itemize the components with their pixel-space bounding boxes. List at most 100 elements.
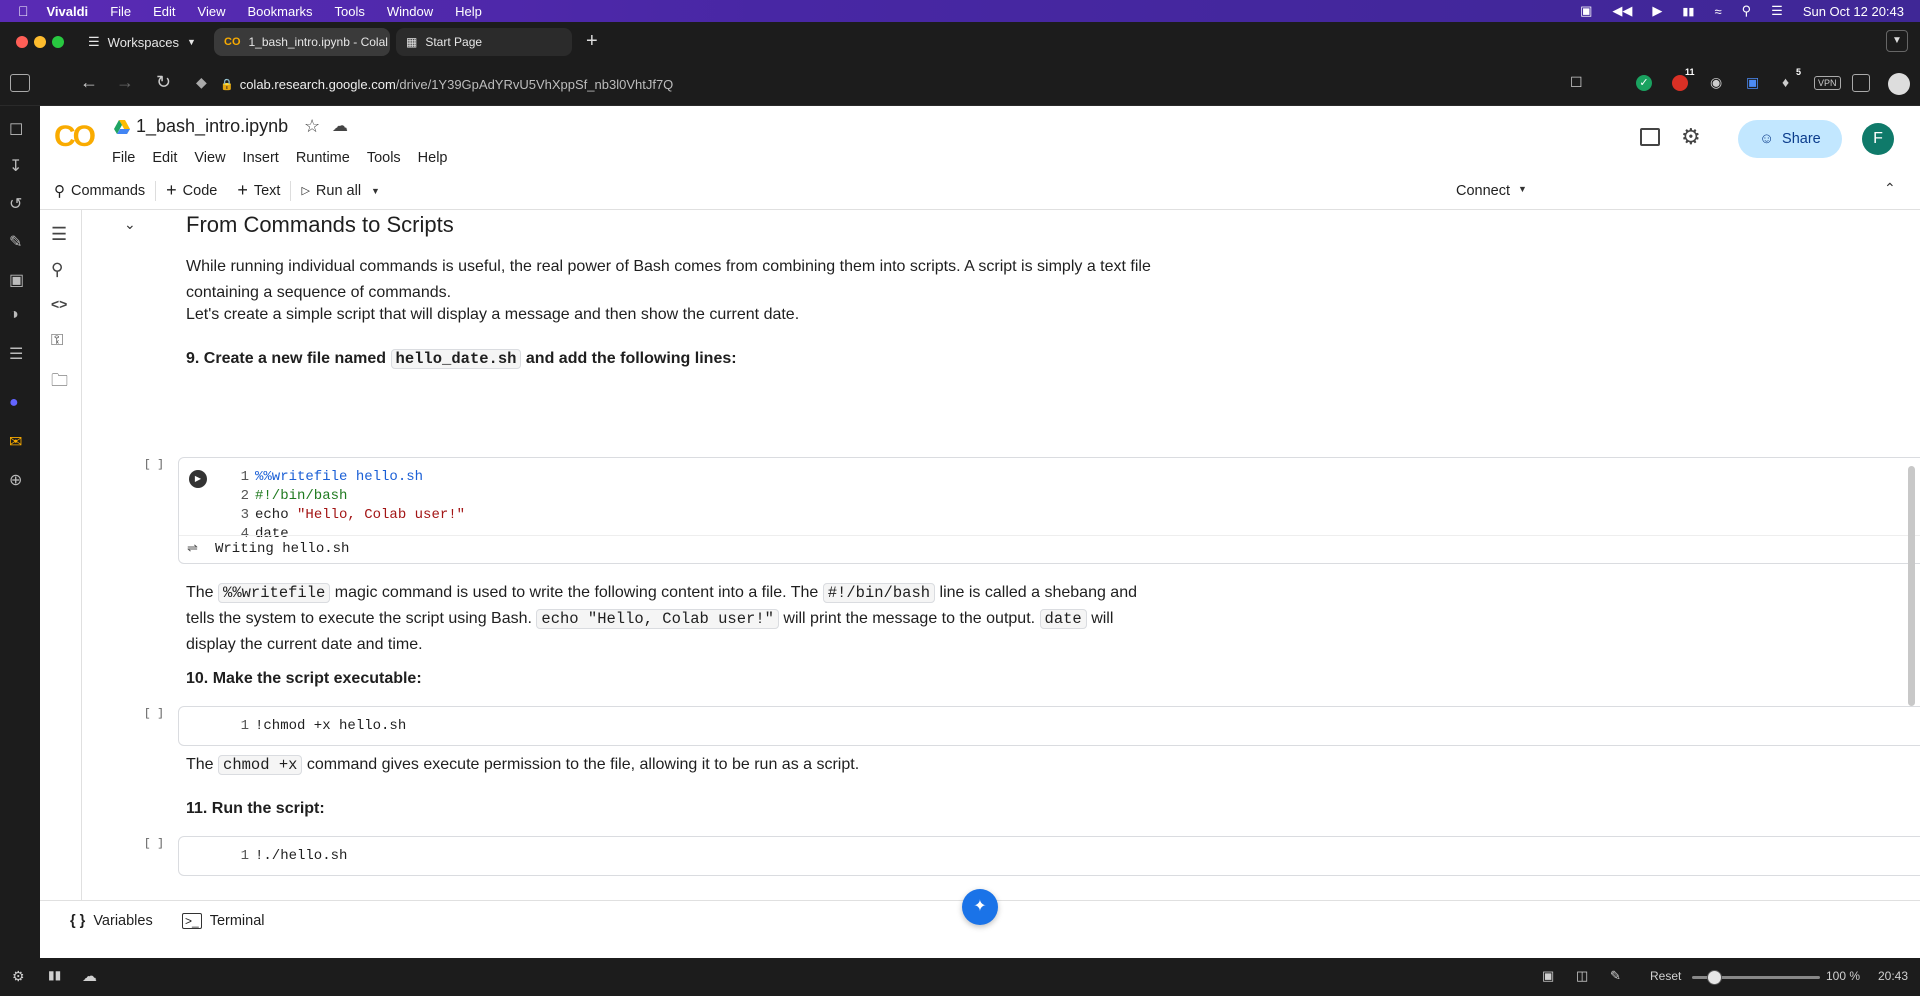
add-text-button[interactable]: + Text: [227, 176, 290, 206]
code-editor[interactable]: 1 !./hello.sh: [221, 847, 348, 866]
battery-icon[interactable]: ▮▮: [1682, 5, 1694, 18]
find-icon[interactable]: ⚲: [51, 260, 71, 280]
menu-clock[interactable]: Sun Oct 12 20:43: [1803, 4, 1904, 19]
calendar-icon[interactable]: [1852, 74, 1870, 92]
bookmarks-panel-icon[interactable]: ☐: [9, 120, 29, 140]
code-snippets-icon[interactable]: <>: [51, 296, 71, 316]
tiling-icon[interactable]: ◫: [1576, 968, 1588, 984]
rewind-icon[interactable]: ◀◀: [1612, 3, 1632, 19]
colab-menu-help[interactable]: Help: [418, 150, 448, 166]
mastodon-panel-icon[interactable]: ●: [9, 394, 29, 414]
run-all-dropdown-icon[interactable]: ▼: [371, 186, 380, 196]
cloud-icon[interactable]: ☁: [332, 116, 348, 136]
zoom-slider[interactable]: [1692, 970, 1820, 985]
notes-panel-icon[interactable]: ✎: [9, 232, 29, 252]
code-editor[interactable]: 1 %%writefile hello.sh 2 #!/bin/bash 3 echo…: [221, 468, 465, 544]
account-avatar[interactable]: F: [1862, 123, 1894, 155]
back-icon[interactable]: ←: [80, 72, 98, 93]
connect-button[interactable]: Connect: [1456, 176, 1510, 206]
tab-start-page[interactable]: ▦ Start Page: [396, 28, 572, 56]
app-name[interactable]: Vivaldi: [47, 4, 89, 19]
commands-button[interactable]: ⚲ Commands: [44, 176, 155, 206]
tile-icon[interactable]: ▮▮: [48, 968, 61, 982]
page-actions-icon[interactable]: ✎: [1610, 968, 1621, 984]
zoom-slider-knob[interactable]: [1706, 970, 1722, 985]
panel-toggle-icon[interactable]: [10, 74, 30, 92]
menu-view[interactable]: View: [198, 4, 226, 19]
menu-tools[interactable]: Tools: [335, 4, 365, 19]
reload-icon[interactable]: ↻: [156, 72, 171, 93]
vpn-button[interactable]: VPN: [1814, 76, 1841, 90]
site-security-icon[interactable]: ◆: [196, 74, 207, 91]
window-minimize-button[interactable]: [34, 36, 46, 48]
add-code-button[interactable]: + Code: [156, 176, 227, 206]
translate-panel-icon[interactable]: ▣: [9, 270, 29, 290]
share-button[interactable]: ☺ Share: [1738, 120, 1842, 158]
notebook-title[interactable]: 1_bash_intro.ipynb: [136, 116, 288, 137]
profile-icon[interactable]: [1888, 73, 1910, 95]
toc-icon[interactable]: ☰: [51, 224, 71, 244]
files-folder-icon[interactable]: 🗀: [51, 368, 71, 390]
translate-icon[interactable]: ▣: [1746, 74, 1759, 91]
connect-dropdown-icon[interactable]: ▼: [1518, 184, 1527, 194]
history-panel-icon[interactable]: ↺: [9, 194, 29, 214]
code-cell[interactable]: 1 !./hello.sh: [178, 836, 1920, 876]
menu-edit[interactable]: Edit: [153, 4, 175, 19]
menu-window[interactable]: Window: [387, 4, 433, 19]
comments-icon[interactable]: [1640, 128, 1660, 146]
downloads-panel-icon[interactable]: ↧: [9, 156, 29, 176]
new-tab-button[interactable]: +: [586, 30, 598, 53]
run-all-button[interactable]: ▷ Run all: [291, 176, 371, 206]
sync-cloud-icon[interactable]: ☁: [82, 967, 97, 985]
capture-icon[interactable]: ▣: [1542, 968, 1554, 984]
play-icon[interactable]: ▶: [1652, 3, 1662, 19]
spotlight-icon[interactable]: ⚲: [1742, 3, 1752, 19]
add-panel-icon[interactable]: ⊕: [9, 470, 29, 490]
code-cell[interactable]: ▶ 1 %%writefile hello.sh 2 #!/bin/bash 3 ec…: [178, 457, 1920, 564]
url-field[interactable]: 🔒 colab.research.google.com /drive/1Y39G…: [220, 62, 673, 106]
colab-menu-tools[interactable]: Tools: [367, 150, 401, 166]
section-collapse-icon[interactable]: ⌄: [124, 216, 136, 233]
scrollbar-thumb[interactable]: [1908, 466, 1915, 706]
run-cell-button[interactable]: ▶: [189, 470, 207, 488]
bookmark-icon[interactable]: ☐: [1570, 74, 1583, 91]
code-editor[interactable]: 1 !chmod +x hello.sh: [221, 717, 407, 736]
colab-menu-edit[interactable]: Edit: [152, 150, 177, 166]
colab-menu-insert[interactable]: Insert: [243, 150, 279, 166]
forward-icon[interactable]: →: [116, 72, 134, 93]
camera-icon[interactable]: ◉: [1710, 74, 1722, 91]
window-zoom-button[interactable]: [52, 36, 64, 48]
colab-menu-runtime[interactable]: Runtime: [296, 150, 350, 166]
terminal-button[interactable]: >_ Terminal: [182, 913, 264, 929]
settings-icon[interactable]: ⚙: [12, 968, 25, 985]
extension-check-icon[interactable]: ✓: [1636, 75, 1652, 91]
gemini-button[interactable]: ✦: [962, 889, 998, 925]
secrets-key-icon[interactable]: ⚿: [51, 332, 71, 352]
workspaces-button[interactable]: ☰ Workspaces ▼: [88, 30, 196, 54]
menu-bookmarks[interactable]: Bookmarks: [248, 4, 313, 19]
drive-icon[interactable]: [114, 120, 130, 134]
menu-help[interactable]: Help: [455, 4, 482, 19]
wifi-icon[interactable]: ≈: [1714, 4, 1721, 19]
apple-icon[interactable]: : [18, 3, 29, 19]
menu-file[interactable]: File: [110, 4, 131, 19]
colab-menu-file[interactable]: File: [112, 150, 135, 166]
star-icon[interactable]: ☆: [304, 116, 320, 137]
reading-panel-icon[interactable]: ◑: [9, 306, 29, 326]
control-center-icon[interactable]: ☰: [1771, 3, 1783, 19]
adblock-icon[interactable]: [1672, 75, 1688, 91]
colab-logo[interactable]: CO: [54, 120, 96, 154]
tab-colab[interactable]: CO 1_bash_intro.ipynb - Colal: [214, 28, 390, 56]
output-toggle-icon[interactable]: ⇌: [187, 540, 198, 556]
window-close-button[interactable]: [16, 36, 28, 48]
notifications-icon[interactable]: ♦: [1782, 74, 1789, 90]
code-cell[interactable]: 1 !chmod +x hello.sh: [178, 706, 1920, 746]
collapse-header-icon[interactable]: ⌃: [1884, 180, 1896, 197]
colab-menu-view[interactable]: View: [194, 150, 225, 166]
variables-button[interactable]: { } Variables: [70, 913, 153, 929]
tab-list-button[interactable]: ▼: [1886, 30, 1908, 52]
mail-panel-icon[interactable]: ✉: [9, 432, 29, 452]
settings-icon[interactable]: ⚙: [1681, 124, 1701, 150]
reader-panel-icon[interactable]: ☰: [9, 344, 29, 364]
zoom-reset-button[interactable]: Reset: [1650, 969, 1681, 983]
